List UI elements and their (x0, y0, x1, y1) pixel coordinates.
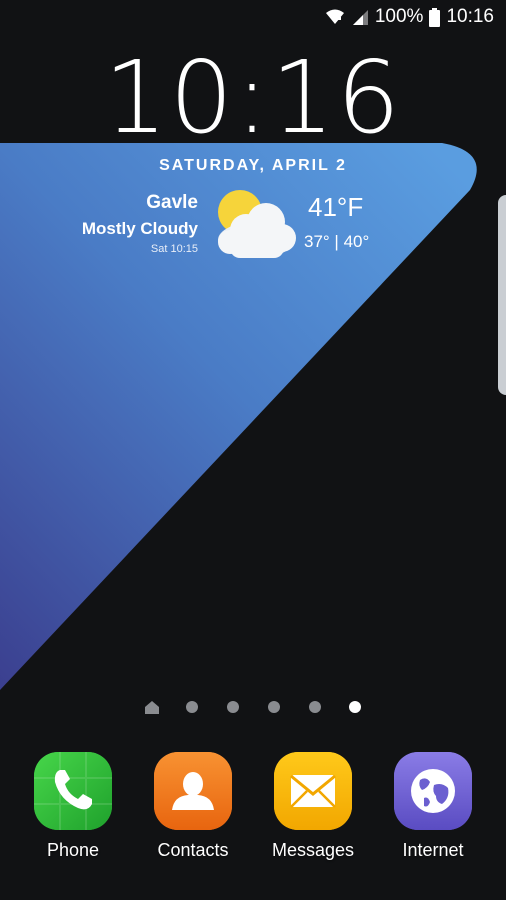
messages-icon (274, 752, 352, 830)
wifi-icon (325, 9, 344, 24)
lockscreen-clock[interactable]: 10:16 (0, 48, 506, 148)
page-dot-active[interactable] (349, 701, 361, 713)
internet-app-icon[interactable] (394, 752, 472, 830)
page-dot[interactable] (309, 701, 321, 713)
page-indicator (0, 698, 506, 718)
app-dock: Phone Contacts Messages Internet (0, 752, 506, 872)
edge-panel-handle[interactable] (498, 195, 506, 395)
page-dot[interactable] (227, 701, 239, 713)
lockscreen-date: SATURDAY, APRIL 2 (159, 157, 347, 174)
phone-icon (34, 752, 112, 830)
internet-icon (394, 752, 472, 830)
app-label-messages: Messages (271, 840, 355, 860)
status-bar: 100% 10:16 (0, 0, 506, 36)
weather-city: Gavle (146, 192, 198, 213)
contacts-icon (154, 752, 232, 830)
partly-cloudy-icon (218, 190, 296, 258)
app-contacts[interactable]: Contacts (138, 752, 248, 861)
app-label-phone: Phone (46, 840, 100, 860)
home-page-icon[interactable] (144, 700, 160, 714)
weather-updated: Sat 10:15 (150, 243, 198, 255)
app-phone[interactable]: Phone (18, 752, 128, 861)
page-dot[interactable] (186, 701, 198, 713)
weather-condition: Mostly Cloudy (81, 219, 198, 238)
app-internet[interactable]: Internet (378, 752, 488, 861)
weather-widget[interactable]: Gavle Mostly Cloudy Sat 10:15 41°F 37° |… (0, 188, 506, 268)
weather-range: 37° | 40° (304, 232, 370, 251)
app-label-internet: Internet (402, 840, 464, 860)
signal-icon (352, 10, 368, 25)
status-time: 10:16 (446, 6, 494, 27)
page-dot[interactable] (268, 701, 280, 713)
battery-icon (429, 7, 441, 27)
messages-app-icon[interactable] (274, 752, 352, 830)
weather-temperature: 41°F (308, 192, 364, 222)
contacts-app-icon[interactable] (154, 752, 232, 830)
app-messages[interactable]: Messages (258, 752, 368, 861)
phone-app-icon[interactable] (34, 752, 112, 830)
app-label-contacts: Contacts (157, 840, 229, 860)
battery-percent: 100% (374, 6, 424, 27)
